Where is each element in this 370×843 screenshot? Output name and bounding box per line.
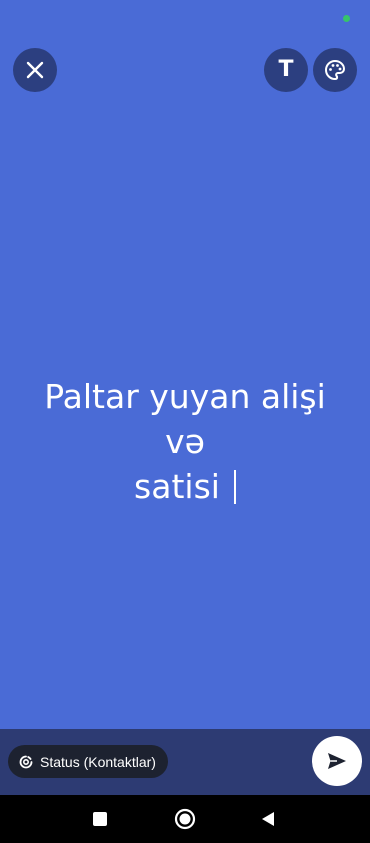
status-footer: Status (Kontaktlar) [0, 729, 370, 795]
text-tool-label: T [278, 57, 294, 82]
palette-icon [325, 59, 346, 81]
system-navigation-bar [0, 795, 370, 843]
audience-label: Status (Kontaktlar) [40, 753, 156, 770]
text-cursor [233, 470, 236, 504]
close-button[interactable] [13, 48, 57, 92]
status-text-line-1: Paltar yuyan alişi və [44, 377, 326, 461]
status-ring-icon [18, 754, 34, 770]
text-style-button[interactable]: T [264, 48, 308, 92]
send-button[interactable] [312, 736, 362, 786]
color-palette-button[interactable] [313, 48, 357, 92]
privacy-indicator-dot [343, 15, 350, 22]
status-text-line-2-wrap: satisi [20, 464, 350, 509]
status-canvas[interactable]: T Paltar yuyan alişi və satisi [0, 0, 370, 729]
status-text-line-2: satisi [134, 467, 220, 506]
recents-button[interactable] [88, 807, 112, 831]
close-icon [26, 61, 44, 79]
send-icon [328, 753, 346, 769]
square-icon [93, 812, 107, 826]
back-button[interactable] [256, 807, 280, 831]
home-button[interactable] [173, 807, 197, 831]
circle-icon [174, 808, 196, 830]
status-text-input[interactable]: Paltar yuyan alişi və satisi [20, 374, 350, 509]
triangle-back-icon [262, 812, 274, 826]
audience-selector-button[interactable]: Status (Kontaktlar) [8, 745, 168, 778]
